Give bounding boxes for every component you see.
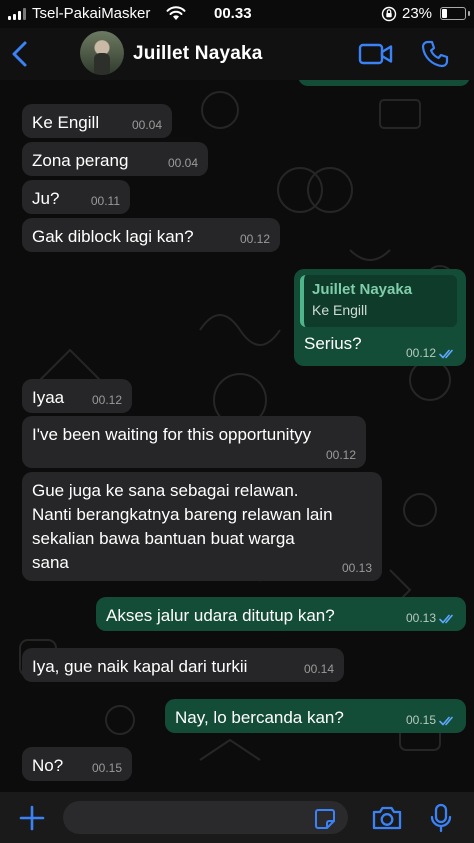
outgoing-message[interactable]: Akses jalur udara ditutup kan? 00.13	[96, 597, 466, 631]
avatar[interactable]	[80, 31, 124, 75]
incoming-message[interactable]: Iyaa 00.12	[22, 379, 132, 413]
plus-icon[interactable]	[18, 804, 46, 832]
read-ticks-icon	[439, 349, 453, 359]
incoming-message[interactable]: Gak diblock lagi kan? 00.12	[22, 218, 280, 252]
camera-icon[interactable]	[371, 805, 403, 831]
incoming-message[interactable]: I've been waiting for this opportunityy 0…	[22, 416, 366, 468]
carrier-name: Tsel-PakaiMasker	[32, 5, 151, 22]
incoming-message[interactable]: Zona perang 00.04	[22, 142, 208, 176]
incoming-message[interactable]: Ke Engill 00.04	[22, 104, 172, 138]
incoming-message[interactable]: Gue juga ke sana sebagai relawan. Nanti …	[22, 472, 382, 581]
message-time: 00.15	[405, 713, 436, 727]
read-ticks-icon	[439, 614, 453, 624]
message-text: Gak diblock lagi kan?	[32, 227, 194, 246]
signal-icon	[8, 8, 26, 20]
chat-area[interactable]: Ke Engill 00.04 Zona perang 00.04 Ju? 00.11 Ga…	[0, 80, 474, 792]
message-text: Akses jalur udara ditutup kan?	[106, 606, 335, 625]
composer-bar	[0, 792, 474, 843]
status-time: 00.33	[214, 5, 252, 22]
rotation-lock-icon	[381, 6, 397, 22]
message-time: 00.12	[91, 393, 122, 407]
sticker-icon[interactable]	[313, 807, 337, 831]
wifi-icon	[166, 6, 186, 20]
outgoing-message[interactable]: Nay, lo bercanda kan? 00.15	[165, 699, 466, 733]
message-time: 00.14	[303, 662, 334, 676]
chat-header: Juillet Nayaka	[0, 28, 474, 80]
quoted-reply[interactable]: Juillet Nayaka Ke Engill	[300, 275, 457, 327]
quoted-author: Juillet Nayaka	[312, 281, 413, 298]
incoming-message[interactable]: Ju? 00.11	[22, 180, 130, 214]
incoming-message[interactable]: Iya, gue naik kapal dari turkii 00.14	[22, 648, 344, 682]
message-time: 00.11	[90, 194, 120, 208]
message-time: 00.15	[91, 761, 122, 775]
back-chevron-icon[interactable]	[6, 38, 36, 70]
message-time: 00.13	[405, 611, 436, 625]
microphone-icon[interactable]	[430, 803, 452, 833]
status-bar: Tsel-PakaiMasker 00.33 23%	[0, 0, 474, 28]
contact-name[interactable]: Juillet Nayaka	[133, 43, 263, 65]
message-time: 00.12	[239, 232, 270, 246]
battery-icon	[440, 7, 470, 20]
quoted-text: Ke Engill	[312, 302, 368, 318]
message-text: Gue juga ke sana sebagai relawan. Nanti …	[32, 481, 333, 572]
read-ticks-icon	[439, 716, 453, 726]
message-time: 00.04	[167, 156, 198, 170]
message-time: 00.12	[405, 346, 436, 360]
message-time: 00.12	[325, 448, 356, 462]
message-text: I've been waiting for this opportunityy	[32, 425, 312, 444]
incoming-message[interactable]: No? 00.15	[22, 747, 132, 781]
video-camera-icon[interactable]	[358, 40, 394, 68]
battery-percent: 23%	[402, 5, 433, 22]
phone-icon[interactable]	[420, 39, 450, 69]
message-text: Serius?	[304, 334, 362, 353]
message-time: 00.04	[131, 118, 162, 132]
previous-message-fragment	[298, 80, 470, 86]
message-text: Iya, gue naik kapal dari turkii	[32, 657, 248, 676]
message-time: 00.13	[341, 561, 372, 575]
message-input[interactable]	[63, 801, 348, 834]
outgoing-message[interactable]: Juillet Nayaka Ke Engill Serius? 00.12	[294, 269, 466, 366]
